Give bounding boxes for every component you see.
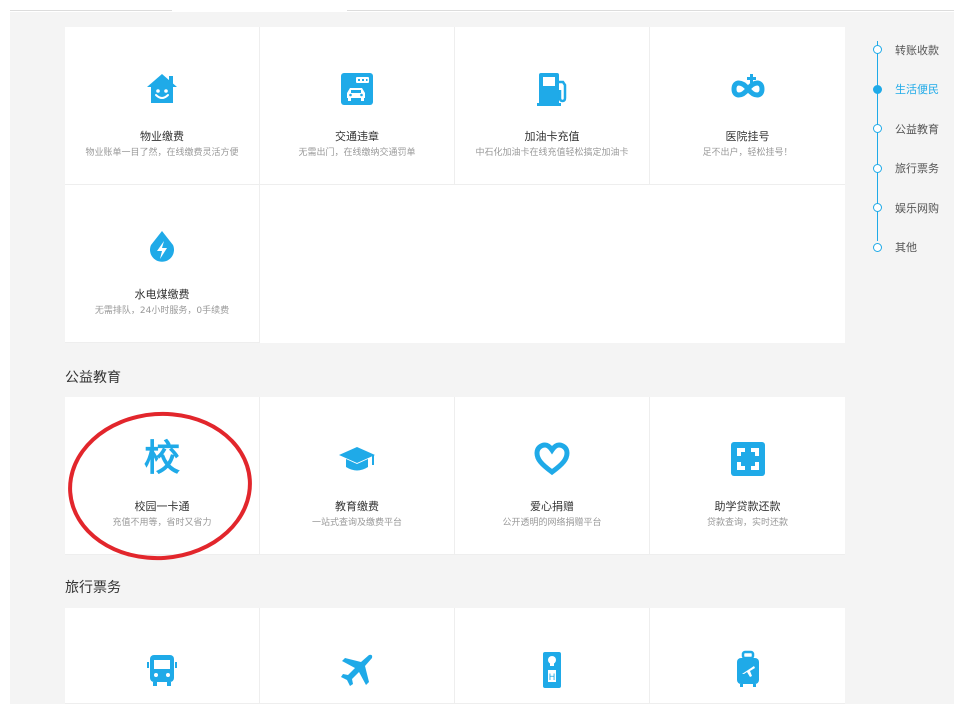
service-card-education-fee[interactable]: 教育缴费 一站式查询及缴费平台: [260, 397, 455, 555]
service-card-fuel-card[interactable]: 加油卡充值 中石化加油卡在线充值轻松搞定加油卡: [455, 27, 650, 185]
airplane-icon: [338, 650, 376, 690]
hospital-cross-icon: [728, 69, 768, 109]
service-card-campus-card[interactable]: 校 校园一卡通 充值不用等，省时又省力: [65, 397, 260, 555]
service-desc: 无需排队，24小时服务，0手续费: [94, 306, 230, 316]
service-title: 校园一卡通: [134, 500, 190, 513]
side-nav-label: 转账收款: [895, 43, 939, 57]
service-desc: 足不出户，轻松挂号！: [702, 148, 793, 158]
life-services-grid: 物业缴费 物业账单一目了然，在线缴费灵活方便 交通违章 无需出门，在线缴纳交通罚…: [65, 27, 845, 343]
service-desc: 中石化加油卡在线充值轻松搞定加油卡: [475, 148, 629, 158]
service-desc: 一站式查询及缴费平台: [311, 518, 402, 528]
side-nav-label: 娱乐网购: [895, 201, 939, 215]
side-nav-dot: [873, 124, 882, 134]
service-title: 助学贷款还款: [714, 500, 781, 513]
service-card-hotel[interactable]: H: [455, 608, 650, 704]
side-nav-item-active[interactable]: 生活便民: [868, 70, 954, 110]
service-desc: 公开透明的网络捐赠平台: [502, 518, 602, 528]
service-card-flight[interactable]: [260, 608, 455, 704]
service-title: 医院挂号: [725, 130, 770, 143]
house-smile-icon: [144, 69, 180, 109]
fuel-pump-icon: [534, 69, 570, 109]
service-title: 加油卡充值: [524, 130, 580, 143]
side-nav-item[interactable]: 转账收款: [868, 30, 954, 70]
heart-icon: [533, 439, 571, 479]
service-desc: 无需出门，在线缴纳交通罚单: [298, 148, 416, 158]
top-divider-right: [347, 10, 954, 11]
service-card-bus[interactable]: [65, 608, 260, 704]
side-nav-dot-active: [873, 84, 882, 94]
section-title-education: 公益教育: [65, 370, 121, 386]
service-title: 物业缴费: [140, 130, 184, 143]
service-title: 水电煤缴费: [134, 288, 190, 301]
grid-empty-cell: [260, 185, 845, 343]
service-desc: 充值不用等，省时又省力: [112, 518, 212, 528]
service-card-luggage[interactable]: [650, 608, 845, 704]
service-card-student-loan[interactable]: 助学贷款还款 贷款查询，实时还款: [650, 397, 845, 555]
campus-glyph: 校: [143, 438, 180, 479]
side-nav-label: 公益教育: [895, 122, 939, 136]
service-title: 交通违章: [335, 130, 379, 143]
service-desc: 贷款查询，实时还款: [706, 518, 788, 528]
side-nav-dot: [873, 242, 882, 252]
bus-icon: [145, 650, 179, 690]
service-card-property-fee[interactable]: 物业缴费 物业账单一目了然，在线缴费灵活方便: [65, 27, 260, 185]
side-nav-item[interactable]: 旅行票务: [868, 149, 954, 189]
service-title: 爱心捐赠: [530, 500, 574, 513]
service-card-utilities[interactable]: 水电煤缴费 无需排队，24小时服务，0手续费: [65, 185, 260, 343]
side-anchor-nav: 转账收款 生活便民 公益教育 旅行票务 娱乐网购 其他: [868, 30, 954, 267]
service-title: 教育缴费: [335, 500, 379, 513]
side-nav-item[interactable]: 其他: [868, 228, 954, 268]
service-desc: 物业账单一目了然，在线缴费灵活方便: [85, 148, 239, 158]
loan-square-icon: [729, 439, 767, 479]
top-divider-left: [10, 10, 172, 11]
luggage-icon: [732, 650, 764, 690]
service-card-hospital[interactable]: 医院挂号 足不出户，轻松挂号！: [650, 27, 845, 185]
side-nav-item[interactable]: 公益教育: [868, 109, 954, 149]
hotel-tag-icon: H: [539, 650, 565, 690]
traffic-car-icon: [339, 69, 375, 109]
service-card-traffic-violation[interactable]: 交通违章 无需出门，在线缴纳交通罚单: [260, 27, 455, 185]
side-nav-dot: [873, 203, 882, 213]
side-nav-label: 生活便民: [895, 83, 939, 97]
side-nav-dot: [873, 45, 882, 55]
section-title-travel: 旅行票务: [65, 580, 121, 596]
side-nav-label: 旅行票务: [895, 162, 939, 176]
education-grid: 校 校园一卡通 充值不用等，省时又省力 教育缴费 一站式查询及缴费平台 爱心捐赠…: [65, 397, 845, 555]
service-card-charity[interactable]: 爱心捐赠 公开透明的网络捐赠平台: [455, 397, 650, 555]
svg-text:H: H: [549, 673, 556, 683]
water-drop-bolt-icon: [145, 227, 179, 267]
side-nav-item[interactable]: 娱乐网购: [868, 188, 954, 228]
campus-char-icon: 校: [144, 439, 180, 479]
graduation-cap-icon: [337, 439, 377, 479]
travel-grid: H: [65, 608, 845, 704]
side-nav-dot: [873, 163, 882, 173]
side-nav-label: 其他: [895, 241, 917, 255]
